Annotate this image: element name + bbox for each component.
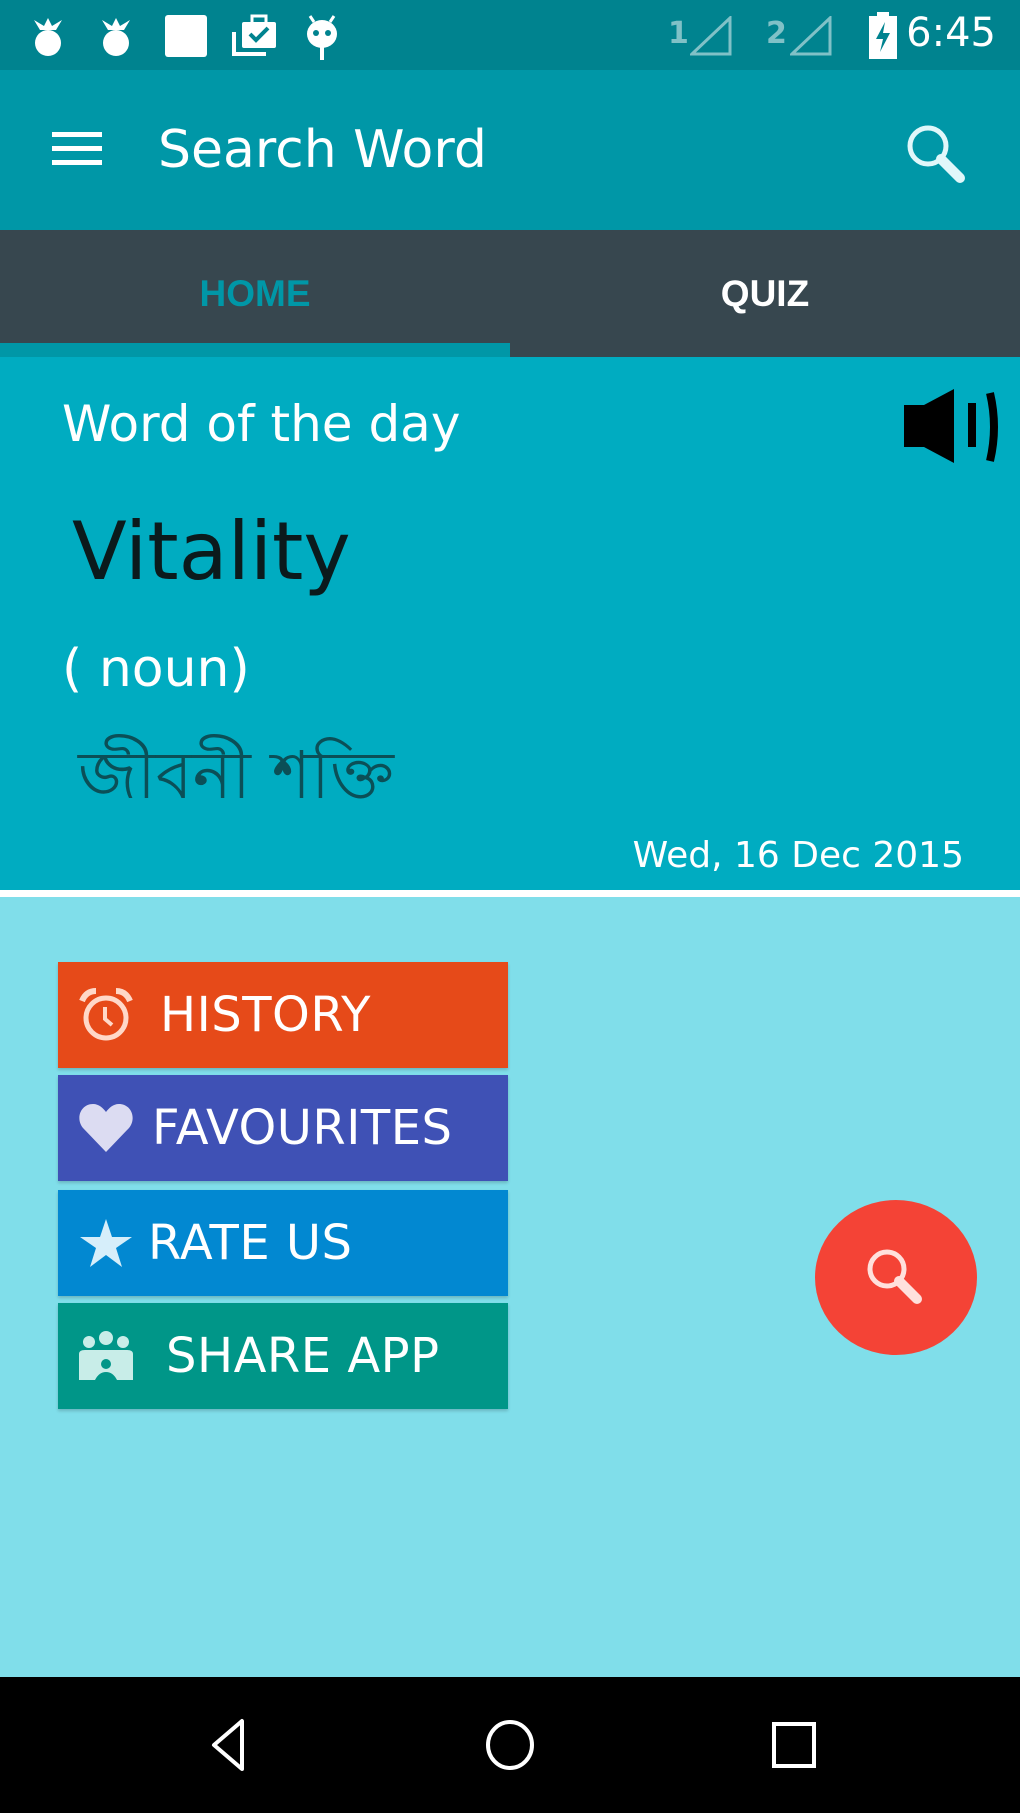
- favourites-label: FAVOURITES: [152, 1100, 453, 1156]
- alarm-clock-icon: [76, 985, 136, 1045]
- signal-sim1-icon: [690, 16, 732, 56]
- tab-selected-indicator: [0, 343, 510, 357]
- word-of-the-day-date: Wed, 16 Dec 2015: [632, 835, 964, 876]
- search-button[interactable]: [900, 118, 972, 190]
- menu-button[interactable]: [44, 122, 108, 174]
- word-of-the-day-card: Word of the day Vitality ( noun) জীবনী শ…: [0, 357, 1020, 892]
- part-of-speech: ( noun): [62, 639, 250, 699]
- tab-quiz[interactable]: QUIZ: [510, 230, 1020, 357]
- notification-android-icon: [307, 15, 337, 60]
- status-bar: 1 2 6:45: [0, 0, 1020, 70]
- search-icon: [867, 1249, 922, 1304]
- pronounce-button[interactable]: [898, 387, 1004, 467]
- home-icon: [486, 1720, 534, 1770]
- status-time: 6:45: [906, 10, 996, 56]
- recents-icon: [772, 1722, 816, 1768]
- sim1-label: 1: [668, 16, 689, 51]
- word-translation: জীবনী শক্তি: [78, 737, 394, 814]
- search-icon: [907, 125, 965, 183]
- rate-us-label: RATE US: [148, 1215, 353, 1271]
- sim2-label: 2: [766, 16, 787, 51]
- speaker-volume-icon: [904, 389, 998, 463]
- tab-quiz-label: QUIZ: [720, 272, 810, 314]
- group-share-icon: [76, 1326, 136, 1386]
- notification-bomb-icon: [102, 18, 130, 56]
- fab-search-button[interactable]: [815, 1200, 977, 1355]
- signal-sim2-icon: [790, 16, 832, 56]
- history-button[interactable]: HISTORY: [58, 962, 508, 1068]
- tab-home[interactable]: HOME: [0, 230, 510, 357]
- hamburger-menu-icon: [52, 132, 102, 165]
- tab-home-label: HOME: [199, 272, 311, 314]
- notification-bomb-icon: [34, 18, 62, 56]
- nav-recents-button[interactable]: [744, 1705, 844, 1785]
- word-of-the-day-heading: Word of the day: [62, 395, 461, 453]
- back-icon: [212, 1719, 244, 1771]
- battery-charging-icon: [869, 12, 897, 59]
- notification-square-icon: [165, 15, 207, 57]
- share-app-button[interactable]: SHARE APP: [58, 1303, 508, 1409]
- share-app-label: SHARE APP: [166, 1328, 440, 1384]
- nav-home-button[interactable]: [460, 1705, 560, 1785]
- rate-us-button[interactable]: RATE US: [58, 1190, 508, 1296]
- nav-back-button[interactable]: [178, 1705, 278, 1785]
- notification-briefcase-check-icon: [232, 14, 276, 56]
- heart-icon: [76, 1098, 136, 1158]
- history-label: HISTORY: [160, 987, 371, 1043]
- favourites-button[interactable]: FAVOURITES: [58, 1075, 508, 1181]
- tab-bar: HOME QUIZ: [0, 230, 1020, 357]
- system-nav-bar: [0, 1677, 1020, 1813]
- app-bar: Search Word: [0, 70, 1020, 230]
- card-divider: [0, 890, 1020, 897]
- word-of-the-day-word: Vitality: [72, 505, 351, 598]
- star-icon: [76, 1213, 136, 1273]
- app-title: Search Word: [158, 120, 487, 180]
